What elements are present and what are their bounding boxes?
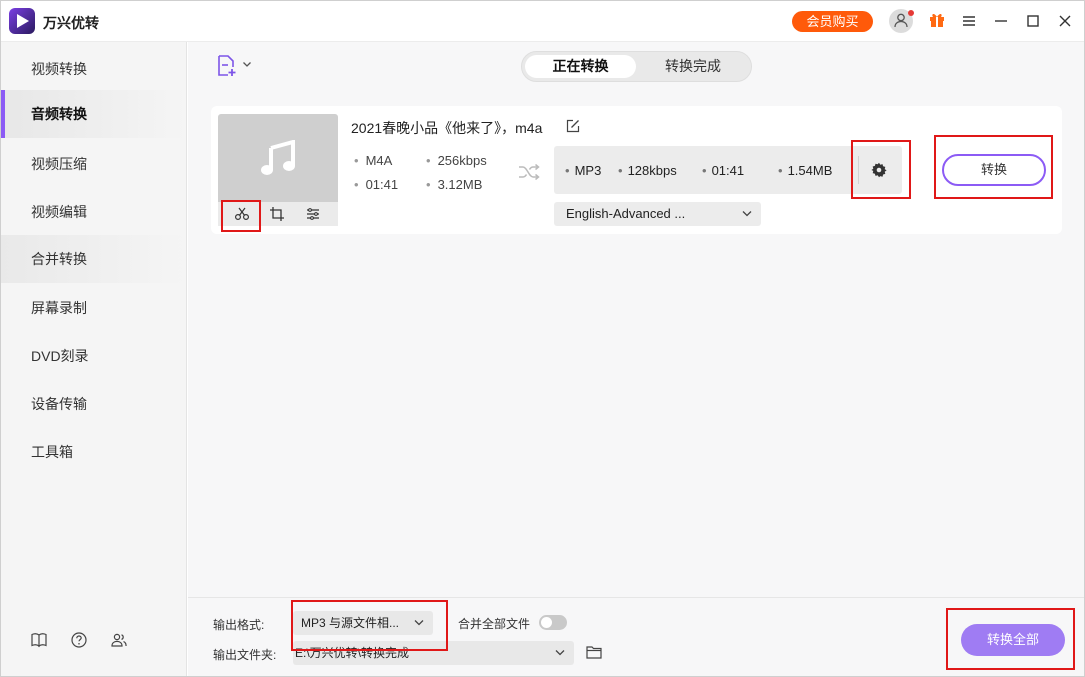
- source-bitrate: 256kbps: [426, 153, 487, 168]
- sidebar-item-audio-convert[interactable]: 音频转换: [1, 90, 186, 138]
- merge-all-toggle[interactable]: [539, 615, 567, 630]
- target-duration: 01:41: [702, 163, 745, 178]
- chevron-down-icon: [742, 211, 752, 217]
- scissors-icon[interactable]: [234, 207, 250, 221]
- sidebar-item-merge-convert[interactable]: 合并转换: [1, 235, 186, 283]
- sidebar-item-dvd-burn[interactable]: DVD刻录: [1, 332, 186, 380]
- target-format-panel[interactable]: MP3 128kbps 01:41 1.54MB: [554, 146, 902, 194]
- add-dropdown-chevron-icon[interactable]: [242, 60, 252, 68]
- sidebar: 视频转换 音频转换 视频压缩 视频编辑 合并转换 屏幕录制 DVD刻录 设备传输…: [1, 42, 187, 676]
- user-avatar[interactable]: [889, 9, 914, 33]
- maximize-icon[interactable]: [1023, 11, 1043, 31]
- music-note-icon: [261, 140, 295, 175]
- target-format: MP3: [565, 163, 602, 178]
- thumbnail-toolbar: [218, 202, 338, 226]
- gift-icon[interactable]: [929, 12, 945, 28]
- audio-track-select[interactable]: English-Advanced ...: [554, 202, 761, 226]
- add-file-icon[interactable]: [216, 54, 238, 78]
- merge-all-label: 合并全部文件: [458, 617, 531, 631]
- file-thumbnail: [218, 114, 338, 202]
- output-folder-value: E:\万兴优转\转换完成: [295, 646, 410, 660]
- target-size: 1.54MB: [778, 163, 833, 178]
- user-icon: [894, 13, 908, 28]
- target-divider: [858, 156, 859, 184]
- sidebar-item-video-convert[interactable]: 视频转换: [1, 45, 186, 93]
- main-panel: 正在转换 转换完成 2021春晚小品《他来了》，m4a • M4A • 256k…: [188, 42, 1084, 676]
- audio-track-value: English-Advanced ...: [566, 206, 686, 221]
- output-folder-select[interactable]: E:\万兴优转\转换完成: [293, 641, 574, 665]
- folder-icon[interactable]: [586, 645, 602, 659]
- app-window: 万兴优转 会员购买 视频转换 音频转换 视频压缩 视频编辑 合并转换 屏幕录制 …: [0, 0, 1085, 677]
- sidebar-item-device-transfer[interactable]: 设备传输: [1, 380, 186, 428]
- close-icon[interactable]: [1055, 11, 1075, 31]
- chevron-down-icon: [555, 650, 565, 656]
- file-card: 2021春晚小品《他来了》，m4a M4A 256kbps 01:41 3.12…: [211, 106, 1062, 234]
- convert-all-button[interactable]: 转换全部: [961, 624, 1065, 656]
- sidebar-item-video-edit[interactable]: 视频编辑: [1, 188, 186, 236]
- output-format-label: 输出格式:: [213, 618, 265, 632]
- source-duration: 01:41: [354, 177, 399, 192]
- output-format-select[interactable]: MP3 与源文件相...: [293, 611, 433, 635]
- sidebar-item-video-compress[interactable]: 视频压缩: [1, 140, 186, 188]
- help-icon[interactable]: [70, 631, 88, 649]
- toggle-knob: [541, 617, 552, 628]
- book-icon[interactable]: [30, 631, 48, 649]
- chevron-down-icon: [414, 620, 424, 626]
- gear-icon[interactable]: [871, 162, 887, 178]
- source-size: 3.12MB: [426, 177, 483, 192]
- app-title: 万兴优转: [43, 15, 99, 31]
- sidebar-item-screen-record[interactable]: 屏幕录制: [1, 284, 186, 332]
- edit-name-icon[interactable]: [566, 119, 580, 133]
- source-format: M4A: [354, 153, 393, 168]
- tab-done[interactable]: 转换完成: [638, 55, 748, 78]
- crop-icon[interactable]: [270, 207, 284, 221]
- vip-purchase-button[interactable]: 会员购买: [792, 11, 873, 32]
- bottom-bar: 输出格式: MP3 与源文件相... 合并全部文件 输出文件夹: E:\万兴优转…: [188, 597, 1084, 676]
- tab-converting[interactable]: 正在转换: [525, 55, 636, 78]
- minimize-icon[interactable]: [991, 11, 1011, 31]
- convert-button[interactable]: 转换: [942, 154, 1046, 186]
- notification-dot: [908, 10, 914, 16]
- file-name: 2021春晚小品《他来了》，m4a: [351, 120, 543, 136]
- output-format-value: MP3 与源文件相...: [301, 616, 400, 630]
- menu-icon[interactable]: [959, 11, 979, 31]
- community-icon[interactable]: [110, 631, 128, 649]
- target-bitrate: 128kbps: [618, 163, 677, 178]
- title-bar: 万兴优转 会员购买: [1, 1, 1084, 42]
- app-logo: [9, 8, 35, 34]
- output-folder-label: 输出文件夹:: [213, 648, 277, 662]
- sidebar-item-toolbox[interactable]: 工具箱: [1, 428, 186, 476]
- effects-sliders-icon[interactable]: [306, 207, 320, 221]
- status-tabs: 正在转换 转换完成: [521, 51, 752, 82]
- shuffle-arrow-icon: [519, 164, 540, 180]
